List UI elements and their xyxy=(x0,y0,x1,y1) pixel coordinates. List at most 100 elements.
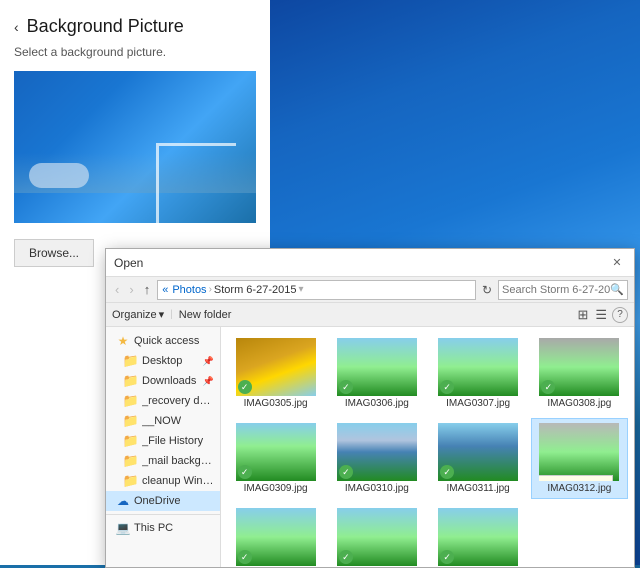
check-badge: ✓ xyxy=(339,380,353,394)
sidebar-item-cleanup[interactable]: 📁 cleanup Window… xyxy=(106,471,220,491)
file-thumbnail: ✓ xyxy=(438,508,518,566)
sidebar-label-mail: _mail backgroun… xyxy=(142,455,214,467)
folder-icon: 📁 xyxy=(124,354,138,368)
search-icon[interactable]: 🔍 xyxy=(610,283,624,296)
sidebar-label-history: _File History xyxy=(142,435,203,447)
view-list-button[interactable]: ⊞ xyxy=(575,306,590,324)
file-thumbnail: ✓ xyxy=(539,338,619,396)
star-icon: ★ xyxy=(116,334,130,348)
sidebar-item-history[interactable]: 📁 _File History xyxy=(106,431,220,451)
file-item[interactable]: ✓IMAG0306.jpg xyxy=(328,333,425,414)
file-name-label: IMAG0308.jpg xyxy=(539,398,619,409)
breadcrumb-bar[interactable]: « Photos › Storm 6-27-2015 ▾ xyxy=(157,280,476,300)
folder-icon: 📁 xyxy=(124,434,138,448)
pin-icon: 📌 xyxy=(203,376,214,387)
sidebar-label-recovery: _recovery driv… xyxy=(142,395,214,407)
breadcrumb-prefix: « xyxy=(162,284,168,296)
pc-icon: 💻 xyxy=(116,521,130,535)
sidebar-divider xyxy=(106,514,220,515)
sidebar-label-quick-access: Quick access xyxy=(134,335,199,347)
check-badge: ✓ xyxy=(238,550,252,564)
folder-icon: 📁 xyxy=(124,474,138,488)
breadcrumb-photos[interactable]: Photos xyxy=(172,284,206,296)
toolbar-divider: | xyxy=(170,309,173,320)
sidebar-item-now[interactable]: 📁 __NOW xyxy=(106,411,220,431)
file-thumbnail: ✓ xyxy=(337,423,417,481)
view-controls: ⊞ ☰ ? xyxy=(575,306,628,324)
settings-subtitle: Select a background picture. xyxy=(0,45,270,71)
sidebar-label-thispc: This PC xyxy=(134,522,173,534)
sidebar-item-mail[interactable]: 📁 _mail backgroun… xyxy=(106,451,220,471)
file-name-label: IMAG0310.jpg xyxy=(337,483,417,494)
organize-button[interactable]: Organize ▾ xyxy=(112,308,164,321)
file-name-label: IMAG0311.jpg xyxy=(438,483,518,494)
background-preview xyxy=(14,71,256,223)
file-thumbnail: ✓ xyxy=(236,338,316,396)
sidebar-label-now: __NOW xyxy=(142,415,181,427)
file-name-label: IMAG0312.jpg xyxy=(539,483,619,494)
folder-icon: 📁 xyxy=(124,394,138,408)
search-input[interactable] xyxy=(502,284,610,296)
sidebar-item-desktop[interactable]: 📁 Desktop 📌 xyxy=(106,351,220,371)
file-item[interactable]: ✓IMAG0309.jpg xyxy=(227,418,324,499)
folder-icon: 📁 xyxy=(124,374,138,388)
dialog-close-button[interactable]: ✕ xyxy=(608,254,626,272)
sidebar-item-onedrive[interactable]: ☁ OneDrive xyxy=(106,491,220,511)
file-item[interactable]: ✓ IMAG0311.jpg xyxy=(430,418,527,499)
sidebar-item-quick-access[interactable]: ★ Quick access xyxy=(106,331,220,351)
file-name-label: IMAG0307.jpg xyxy=(438,398,518,409)
file-item[interactable]: ✓ IMAG0305.jpg xyxy=(227,333,324,414)
dialog-titlebar: Open ✕ xyxy=(106,249,634,277)
sidebar-item-recovery[interactable]: 📁 _recovery driv… xyxy=(106,391,220,411)
back-button[interactable]: ‹ xyxy=(14,19,19,35)
check-badge: ✓ xyxy=(440,380,454,394)
sidebar-item-downloads[interactable]: 📁 Downloads 📌 xyxy=(106,371,220,391)
check-badge: ✓ xyxy=(440,550,454,564)
preview-cloud xyxy=(29,163,89,188)
file-thumbnail: ✓ xyxy=(438,338,518,396)
search-box[interactable]: 🔍 xyxy=(498,280,628,300)
dialog-title-label: Open xyxy=(114,256,143,270)
file-item[interactable]: ✓IMAG0314.jpg xyxy=(328,503,425,567)
file-thumbnail: ✓ xyxy=(337,508,417,566)
file-item[interactable]: ✓ IMAG0307.jpg xyxy=(430,333,527,414)
file-name-label: IMAG0305.jpg xyxy=(236,398,316,409)
sidebar-item-thispc[interactable]: 💻 This PC xyxy=(106,518,220,538)
file-item[interactable]: Date:6/27/2015 6:41 Ph...Located:Dimensi… xyxy=(531,418,628,499)
organize-arrow: ▾ xyxy=(159,308,165,321)
dialog-nav-toolbar: ‹ › ↑ « Photos › Storm 6-27-2015 ▾ ↻ 🔍 xyxy=(106,277,634,303)
new-folder-button[interactable]: New folder xyxy=(179,309,232,321)
file-grid: ✓IMAG0305.jpg✓IMAG0306.jpg✓IMAG0307.jpg✓… xyxy=(227,333,628,567)
folder-icon: 📁 xyxy=(124,414,138,428)
help-button[interactable]: ? xyxy=(612,307,628,323)
browse-button[interactable]: Browse... xyxy=(14,239,94,267)
sidebar-label-downloads: Downloads xyxy=(142,375,196,387)
check-badge: ✓ xyxy=(238,465,252,479)
nav-back-button[interactable]: ‹ xyxy=(112,281,122,298)
pin-icon: 📌 xyxy=(203,356,214,367)
file-tooltip: Date:6/27/2015 6:41 Ph...Located:Dimensi… xyxy=(539,475,613,481)
file-item[interactable]: ✓ IMAG0310.jpg xyxy=(328,418,425,499)
file-item[interactable]: ✓IMAG0315.jpg xyxy=(430,503,527,567)
view-details-button[interactable]: ☰ xyxy=(593,306,609,324)
file-item[interactable]: ✓IMAG0313.jpg xyxy=(227,503,324,567)
check-badge: ✓ xyxy=(440,465,454,479)
refresh-button[interactable]: ↻ xyxy=(480,282,494,298)
file-thumbnail: Date:6/27/2015 6:41 Ph...Located:Dimensi… xyxy=(539,423,619,481)
check-badge: ✓ xyxy=(339,550,353,564)
sidebar-label-onedrive: OneDrive xyxy=(134,495,180,507)
dialog-sidebar: ★ Quick access 📁 Desktop 📌 📁 Downloads 📌… xyxy=(106,327,221,567)
folder-icon: 📁 xyxy=(124,454,138,468)
settings-title: Background Picture xyxy=(27,16,184,37)
file-item[interactable]: ✓ IMAG0308.jpg xyxy=(531,333,628,414)
nav-up-button[interactable]: ↑ xyxy=(141,281,154,298)
preview-window-shape xyxy=(156,143,236,223)
nav-forward-button[interactable]: › xyxy=(126,281,136,298)
breadcrumb-current: Storm 6-27-2015 xyxy=(214,284,297,296)
check-badge: ✓ xyxy=(238,380,252,394)
dialog-organize-toolbar: Organize ▾ | New folder ⊞ ☰ ? xyxy=(106,303,634,327)
cloud-icon: ☁ xyxy=(116,494,130,508)
dialog-files-area: ✓IMAG0305.jpg✓IMAG0306.jpg✓IMAG0307.jpg✓… xyxy=(221,327,634,567)
file-thumbnail: ✓ xyxy=(236,508,316,566)
check-badge: ✓ xyxy=(541,380,555,394)
